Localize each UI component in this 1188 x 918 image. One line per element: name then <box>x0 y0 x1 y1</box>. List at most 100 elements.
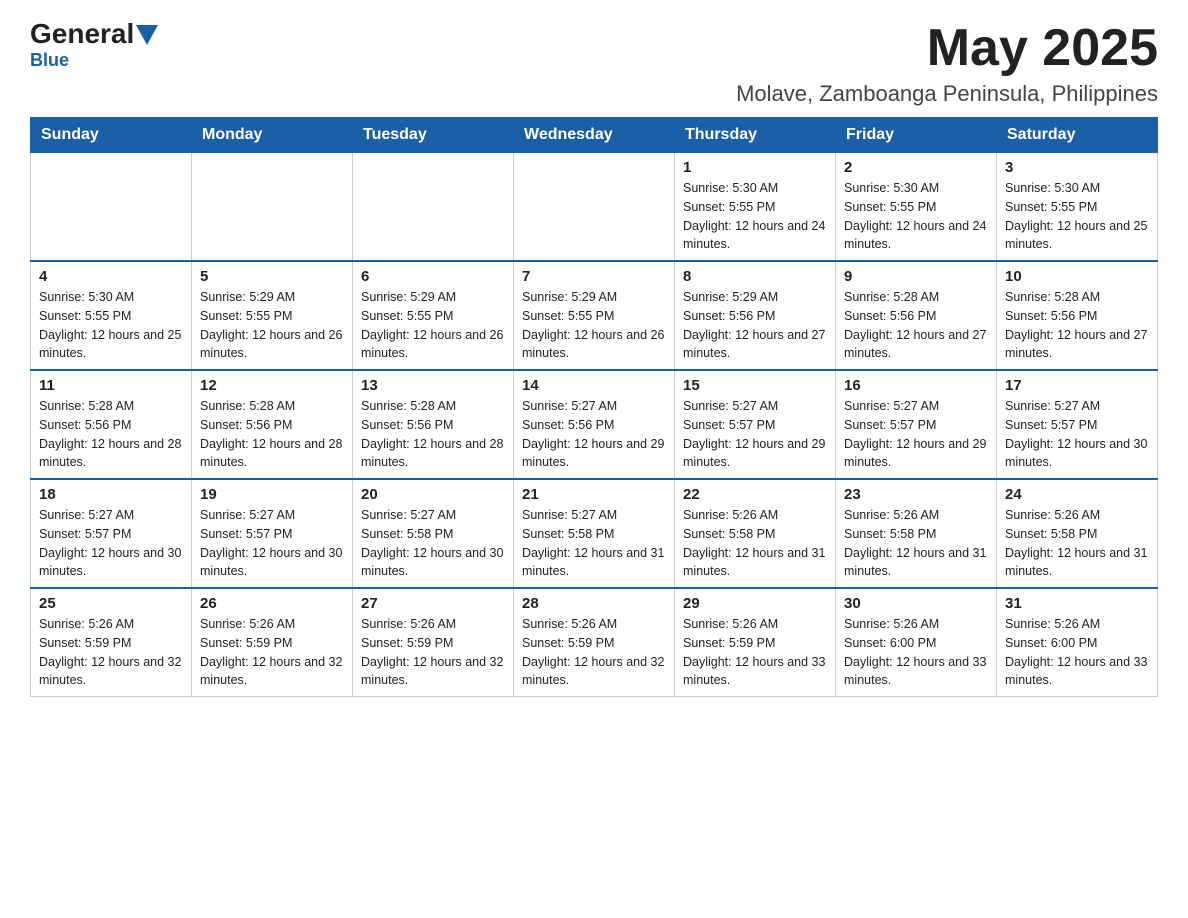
day-info: Sunrise: 5:27 AMSunset: 5:58 PMDaylight:… <box>361 506 505 581</box>
calendar-cell-3-1: 19 Sunrise: 5:27 AMSunset: 5:57 PMDayligh… <box>192 479 353 588</box>
day-number: 14 <box>522 377 666 394</box>
day-info: Sunrise: 5:26 AMSunset: 5:59 PMDaylight:… <box>200 615 344 690</box>
calendar-cell-4-6: 31Sunrise: 5:26 AMSunset: 6:00 PMDayligh… <box>997 588 1158 697</box>
calendar-cell-4-2: 27 Sunrise: 5:26 AMSunset: 5:59 PMDayligh… <box>353 588 514 697</box>
day-info: Sunrise: 5:26 AMSunset: 5:59 PMDaylight:… <box>683 615 827 690</box>
day-number: 26 <box>200 595 344 612</box>
day-info: Sunrise: 5:26 AMSunset: 5:58 PMDaylight:… <box>683 506 827 581</box>
calendar-cell-3-0: 18 Sunrise: 5:27 AMSunset: 5:57 PMDayligh… <box>31 479 192 588</box>
day-info: Sunrise: 5:30 AMSunset: 5:55 PMDaylight:… <box>39 288 183 363</box>
day-info: Sunrise: 5:29 AMSunset: 5:55 PMDaylight:… <box>522 288 666 363</box>
day-info: Sunrise: 5:28 AMSunset: 5:56 PMDaylight:… <box>39 397 183 472</box>
day-number: 20 <box>361 486 505 503</box>
day-number: 24 <box>1005 486 1149 503</box>
day-number: 22 <box>683 486 827 503</box>
calendar-header-row: Sunday Monday Tuesday Wednesday Thursday… <box>31 118 1158 153</box>
calendar-cell-2-4: 15 Sunrise: 5:27 AMSunset: 5:57 PMDayligh… <box>675 370 836 479</box>
day-info: Sunrise: 5:26 AMSunset: 5:59 PMDaylight:… <box>522 615 666 690</box>
day-info: Sunrise: 5:27 AMSunset: 5:56 PMDaylight:… <box>522 397 666 472</box>
day-info: Sunrise: 5:29 AMSunset: 5:56 PMDaylight:… <box>683 288 827 363</box>
day-number: 29 <box>683 595 827 612</box>
calendar-cell-1-4: 8 Sunrise: 5:29 AMSunset: 5:56 PMDaylight… <box>675 261 836 370</box>
calendar-cell-3-2: 20 Sunrise: 5:27 AMSunset: 5:58 PMDayligh… <box>353 479 514 588</box>
header-monday: Monday <box>192 118 353 153</box>
day-number: 10 <box>1005 268 1149 285</box>
day-info: Sunrise: 5:30 AMSunset: 5:55 PMDaylight:… <box>844 179 988 254</box>
calendar-table: Sunday Monday Tuesday Wednesday Thursday… <box>30 117 1158 697</box>
day-number: 18 <box>39 486 183 503</box>
day-number: 23 <box>844 486 988 503</box>
day-info: Sunrise: 5:28 AMSunset: 5:56 PMDaylight:… <box>200 397 344 472</box>
day-number: 12 <box>200 377 344 394</box>
calendar-cell-4-4: 29 Sunrise: 5:26 AMSunset: 5:59 PMDayligh… <box>675 588 836 697</box>
day-number: 21 <box>522 486 666 503</box>
day-info: Sunrise: 5:26 AMSunset: 5:59 PMDaylight:… <box>361 615 505 690</box>
page-header: General Blue May 2025 Molave, Zamboanga … <box>30 20 1158 107</box>
day-number: 17 <box>1005 377 1149 394</box>
day-info: Sunrise: 5:28 AMSunset: 5:56 PMDaylight:… <box>361 397 505 472</box>
header-tuesday: Tuesday <box>353 118 514 153</box>
calendar-cell-3-5: 23 Sunrise: 5:26 AMSunset: 5:58 PMDayligh… <box>836 479 997 588</box>
day-number: 30 <box>844 595 988 612</box>
header-saturday: Saturday <box>997 118 1158 153</box>
calendar-cell-0-5: 2 Sunrise: 5:30 AMSunset: 5:55 PMDaylight… <box>836 153 997 262</box>
day-info: Sunrise: 5:27 AMSunset: 5:57 PMDaylight:… <box>1005 397 1149 472</box>
location-subtitle: Molave, Zamboanga Peninsula, Philippines <box>736 81 1158 107</box>
day-number: 31 <box>1005 595 1149 612</box>
logo: General Blue <box>30 20 158 71</box>
day-number: 5 <box>200 268 344 285</box>
day-number: 15 <box>683 377 827 394</box>
header-wednesday: Wednesday <box>514 118 675 153</box>
calendar-cell-0-2 <box>353 153 514 262</box>
calendar-cell-0-1 <box>192 153 353 262</box>
day-number: 11 <box>39 377 183 394</box>
calendar-cell-1-6: 10Sunrise: 5:28 AMSunset: 5:56 PMDayligh… <box>997 261 1158 370</box>
day-number: 6 <box>361 268 505 285</box>
calendar-cell-1-5: 9 Sunrise: 5:28 AMSunset: 5:56 PMDaylight… <box>836 261 997 370</box>
week-row-4: 18 Sunrise: 5:27 AMSunset: 5:57 PMDayligh… <box>31 479 1158 588</box>
day-info: Sunrise: 5:26 AMSunset: 5:58 PMDaylight:… <box>844 506 988 581</box>
calendar-cell-2-6: 17 Sunrise: 5:27 AMSunset: 5:57 PMDayligh… <box>997 370 1158 479</box>
week-row-3: 11 Sunrise: 5:28 AMSunset: 5:56 PMDayligh… <box>31 370 1158 479</box>
day-number: 19 <box>200 486 344 503</box>
day-info: Sunrise: 5:27 AMSunset: 5:57 PMDaylight:… <box>200 506 344 581</box>
day-info: Sunrise: 5:30 AMSunset: 5:55 PMDaylight:… <box>1005 179 1149 254</box>
calendar-cell-1-2: 6 Sunrise: 5:29 AMSunset: 5:55 PMDaylight… <box>353 261 514 370</box>
day-number: 27 <box>361 595 505 612</box>
week-row-2: 4 Sunrise: 5:30 AMSunset: 5:55 PMDaylight… <box>31 261 1158 370</box>
day-info: Sunrise: 5:29 AMSunset: 5:55 PMDaylight:… <box>361 288 505 363</box>
day-info: Sunrise: 5:27 AMSunset: 5:57 PMDaylight:… <box>39 506 183 581</box>
day-info: Sunrise: 5:26 AMSunset: 6:00 PMDaylight:… <box>844 615 988 690</box>
day-number: 9 <box>844 268 988 285</box>
day-number: 13 <box>361 377 505 394</box>
calendar-cell-2-2: 13 Sunrise: 5:28 AMSunset: 5:56 PMDayligh… <box>353 370 514 479</box>
calendar-cell-3-4: 22 Sunrise: 5:26 AMSunset: 5:58 PMDayligh… <box>675 479 836 588</box>
day-number: 1 <box>683 159 827 176</box>
day-number: 7 <box>522 268 666 285</box>
day-info: Sunrise: 5:29 AMSunset: 5:55 PMDaylight:… <box>200 288 344 363</box>
calendar-cell-4-5: 30 Sunrise: 5:26 AMSunset: 6:00 PMDayligh… <box>836 588 997 697</box>
calendar-cell-1-0: 4 Sunrise: 5:30 AMSunset: 5:55 PMDaylight… <box>31 261 192 370</box>
day-info: Sunrise: 5:27 AMSunset: 5:57 PMDaylight:… <box>683 397 827 472</box>
day-info: Sunrise: 5:26 AMSunset: 5:58 PMDaylight:… <box>1005 506 1149 581</box>
calendar-cell-3-6: 24 Sunrise: 5:26 AMSunset: 5:58 PMDayligh… <box>997 479 1158 588</box>
day-info: Sunrise: 5:27 AMSunset: 5:58 PMDaylight:… <box>522 506 666 581</box>
header-friday: Friday <box>836 118 997 153</box>
day-number: 25 <box>39 595 183 612</box>
day-info: Sunrise: 5:30 AMSunset: 5:55 PMDaylight:… <box>683 179 827 254</box>
day-number: 8 <box>683 268 827 285</box>
calendar-cell-2-5: 16Sunrise: 5:27 AMSunset: 5:57 PMDayligh… <box>836 370 997 479</box>
calendar-cell-2-1: 12 Sunrise: 5:28 AMSunset: 5:56 PMDayligh… <box>192 370 353 479</box>
calendar-cell-4-3: 28 Sunrise: 5:26 AMSunset: 5:59 PMDayligh… <box>514 588 675 697</box>
day-number: 4 <box>39 268 183 285</box>
day-number: 3 <box>1005 159 1149 176</box>
logo-triangle-icon <box>136 25 158 45</box>
title-block: May 2025 Molave, Zamboanga Peninsula, Ph… <box>736 20 1158 107</box>
calendar-cell-1-1: 5 Sunrise: 5:29 AMSunset: 5:55 PMDaylight… <box>192 261 353 370</box>
month-year-title: May 2025 <box>736 20 1158 77</box>
day-info: Sunrise: 5:26 AMSunset: 5:59 PMDaylight:… <box>39 615 183 690</box>
day-info: Sunrise: 5:28 AMSunset: 5:56 PMDaylight:… <box>844 288 988 363</box>
day-number: 2 <box>844 159 988 176</box>
day-number: 16 <box>844 377 988 394</box>
day-number: 28 <box>522 595 666 612</box>
